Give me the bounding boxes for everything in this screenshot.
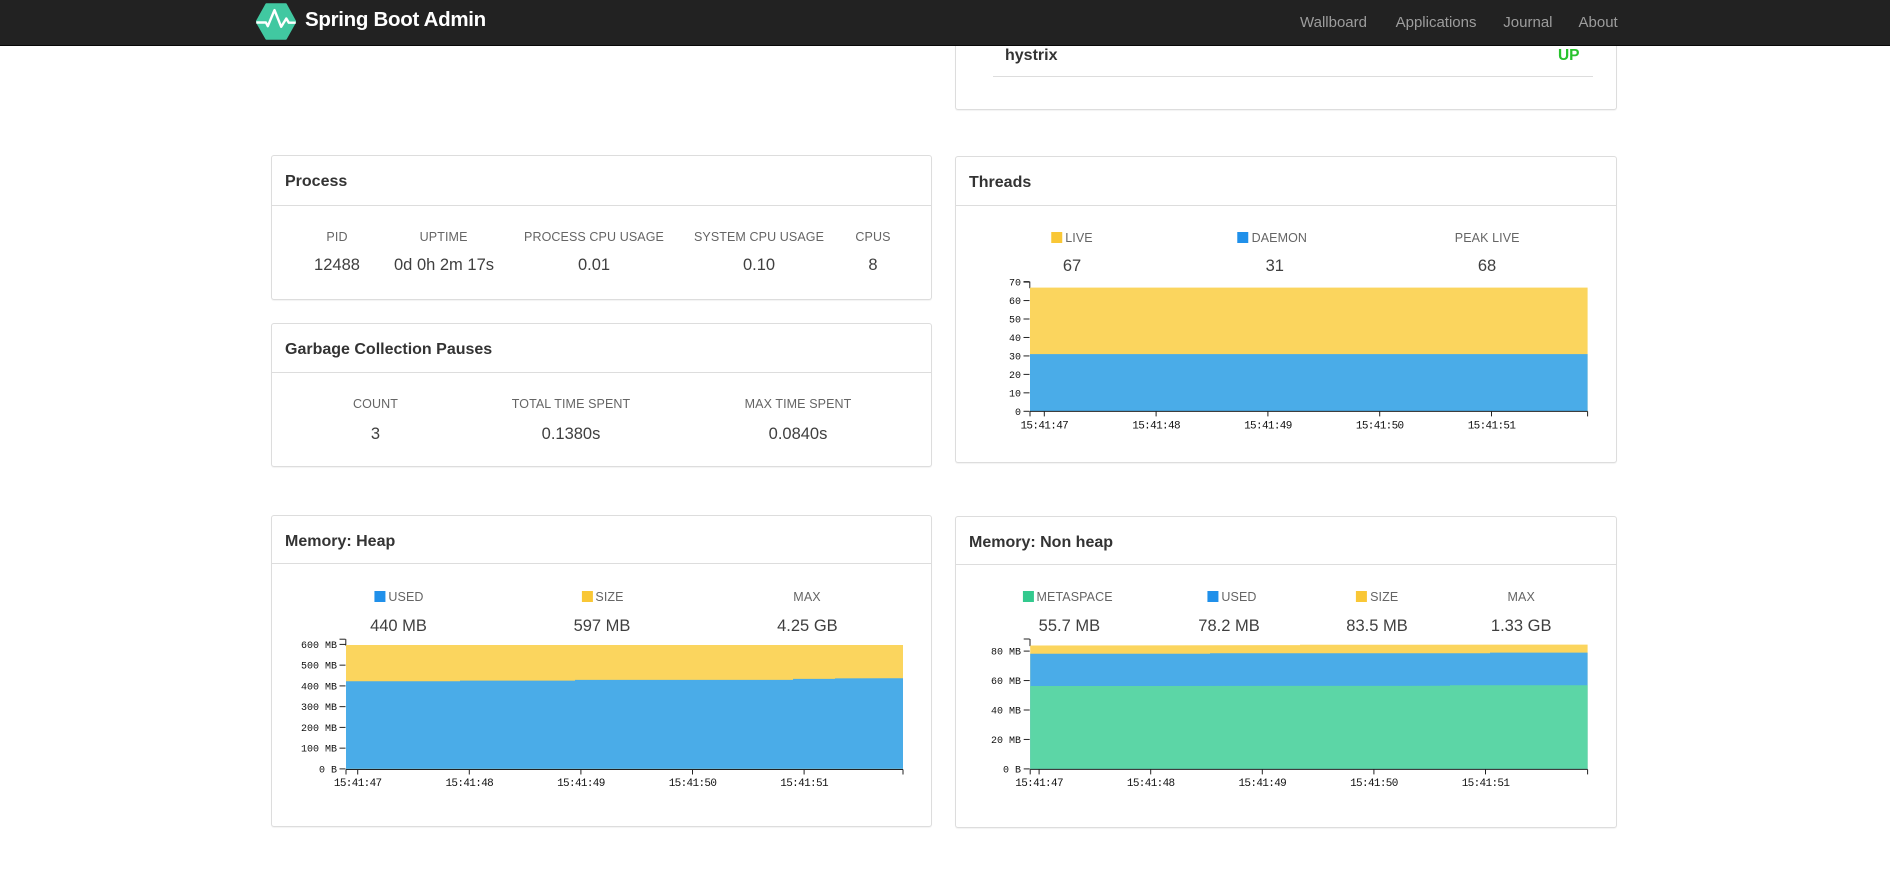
svg-text:0: 0 <box>1015 408 1021 419</box>
svg-text:15:41:51: 15:41:51 <box>1468 420 1517 432</box>
svg-text:15:41:48: 15:41:48 <box>1127 778 1175 790</box>
svg-text:600 MB: 600 MB <box>301 641 337 652</box>
svg-text:80 MB: 80 MB <box>991 648 1021 659</box>
svg-text:20 MB: 20 MB <box>991 736 1021 747</box>
svg-text:60: 60 <box>1009 297 1021 308</box>
svg-text:200 MB: 200 MB <box>301 724 337 735</box>
svg-text:500 MB: 500 MB <box>301 662 337 673</box>
svg-text:15:41:50: 15:41:50 <box>669 778 717 790</box>
svg-text:60 MB: 60 MB <box>991 677 1021 688</box>
svg-text:15:41:49: 15:41:49 <box>1244 420 1292 432</box>
svg-text:0 B: 0 B <box>1003 765 1021 776</box>
svg-text:300 MB: 300 MB <box>301 703 337 714</box>
svg-text:40 MB: 40 MB <box>991 707 1021 718</box>
svg-text:100 MB: 100 MB <box>301 745 337 756</box>
svg-text:15:41:49: 15:41:49 <box>1238 778 1286 790</box>
svg-text:30: 30 <box>1009 352 1021 363</box>
svg-text:70: 70 <box>1009 279 1021 290</box>
svg-text:15:41:50: 15:41:50 <box>1356 420 1404 432</box>
svg-text:400 MB: 400 MB <box>301 682 337 693</box>
svg-text:15:41:48: 15:41:48 <box>445 778 493 790</box>
svg-text:15:41:51: 15:41:51 <box>1462 778 1511 790</box>
svg-text:50: 50 <box>1009 316 1021 327</box>
svg-text:15:41:47: 15:41:47 <box>1015 778 1063 790</box>
svg-text:15:41:48: 15:41:48 <box>1132 420 1180 432</box>
svg-text:15:41:50: 15:41:50 <box>1350 778 1398 790</box>
svg-text:0 B: 0 B <box>319 765 337 776</box>
svg-text:15:41:47: 15:41:47 <box>334 778 382 790</box>
svg-text:15:41:49: 15:41:49 <box>557 778 605 790</box>
svg-text:10: 10 <box>1009 389 1021 400</box>
svg-text:40: 40 <box>1009 334 1021 345</box>
svg-text:20: 20 <box>1009 371 1021 382</box>
svg-text:15:41:51: 15:41:51 <box>780 778 829 790</box>
svg-text:15:41:47: 15:41:47 <box>1020 420 1068 432</box>
